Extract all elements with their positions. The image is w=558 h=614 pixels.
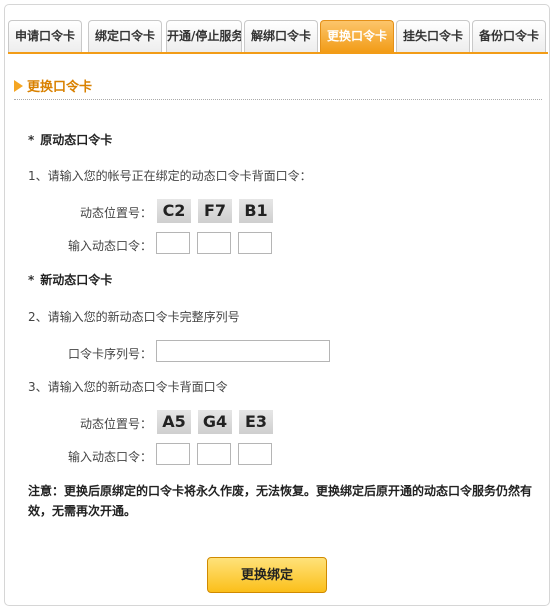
old-position-label: 动态位置号： bbox=[79, 206, 152, 220]
old-code-input-1[interactable] bbox=[156, 232, 190, 254]
section-header: 更换口令卡 bbox=[14, 76, 92, 95]
new-code-input-2[interactable] bbox=[197, 443, 231, 465]
bullet-star-icon: * bbox=[28, 273, 35, 287]
tab-bar: 申请口令卡 绑定口令卡 开通/停止服务 解绑口令卡 更换口令卡 挂失口令卡 备份… bbox=[8, 20, 548, 52]
old-code-inputs bbox=[156, 232, 276, 254]
old-position-codes: C2 F7 B1 bbox=[157, 199, 277, 223]
tab-unbind-card[interactable]: 解绑口令卡 bbox=[244, 20, 318, 52]
position-code: F7 bbox=[198, 199, 232, 223]
new-card-heading-row: * 新动态口令卡 bbox=[28, 271, 112, 288]
new-code-input-label: 输入动态口令： bbox=[67, 450, 152, 464]
divider bbox=[14, 99, 542, 100]
serial-number-input[interactable] bbox=[156, 340, 330, 362]
position-code: C2 bbox=[157, 199, 191, 223]
position-code: G4 bbox=[198, 410, 232, 434]
old-code-input-2[interactable] bbox=[197, 232, 231, 254]
tab-enable-disable-service[interactable]: 开通/停止服务 bbox=[166, 20, 242, 52]
position-code: B1 bbox=[239, 199, 273, 223]
tab-report-lost-card[interactable]: 挂失口令卡 bbox=[396, 20, 470, 52]
tab-apply-card[interactable]: 申请口令卡 bbox=[8, 20, 82, 52]
serial-label: 口令卡序列号： bbox=[67, 347, 152, 361]
position-code: A5 bbox=[157, 410, 191, 434]
new-card-serial-step-text: 2、请输入您的新动态口令卡完整序列号 bbox=[28, 310, 240, 324]
new-position-codes: A5 G4 E3 bbox=[157, 410, 277, 434]
new-card-heading: 新动态口令卡 bbox=[40, 273, 113, 287]
tab-backup-card[interactable]: 备份口令卡 bbox=[472, 20, 546, 52]
replace-bind-button[interactable]: 更换绑定 bbox=[207, 557, 327, 593]
new-code-input-3[interactable] bbox=[238, 443, 272, 465]
old-code-input-3[interactable] bbox=[238, 232, 272, 254]
bullet-star-icon: * bbox=[28, 133, 35, 147]
new-code-input-1[interactable] bbox=[156, 443, 190, 465]
new-card-code-step-text: 3、请输入您的新动态口令卡背面口令 bbox=[28, 380, 228, 394]
page-title: 更换口令卡 bbox=[27, 80, 93, 95]
notice-text: 注意：更换后原绑定的口令卡将永久作废，无法恢复。更换绑定后原开通的动态口令服务仍… bbox=[28, 484, 533, 518]
tab-bind-card[interactable]: 绑定口令卡 bbox=[88, 20, 162, 52]
new-position-label: 动态位置号： bbox=[79, 417, 152, 431]
new-code-inputs bbox=[156, 443, 276, 465]
tab-underline bbox=[8, 52, 548, 54]
old-card-heading-row: * 原动态口令卡 bbox=[28, 131, 112, 148]
old-card-step-text: 1、请输入您的帐号正在绑定的动态口令卡背面口令： bbox=[28, 169, 312, 183]
old-code-input-label: 输入动态口令： bbox=[67, 239, 152, 253]
arrow-right-icon bbox=[14, 79, 23, 92]
old-card-heading: 原动态口令卡 bbox=[40, 133, 113, 147]
position-code: E3 bbox=[239, 410, 273, 434]
tab-replace-card[interactable]: 更换口令卡 bbox=[320, 20, 394, 52]
